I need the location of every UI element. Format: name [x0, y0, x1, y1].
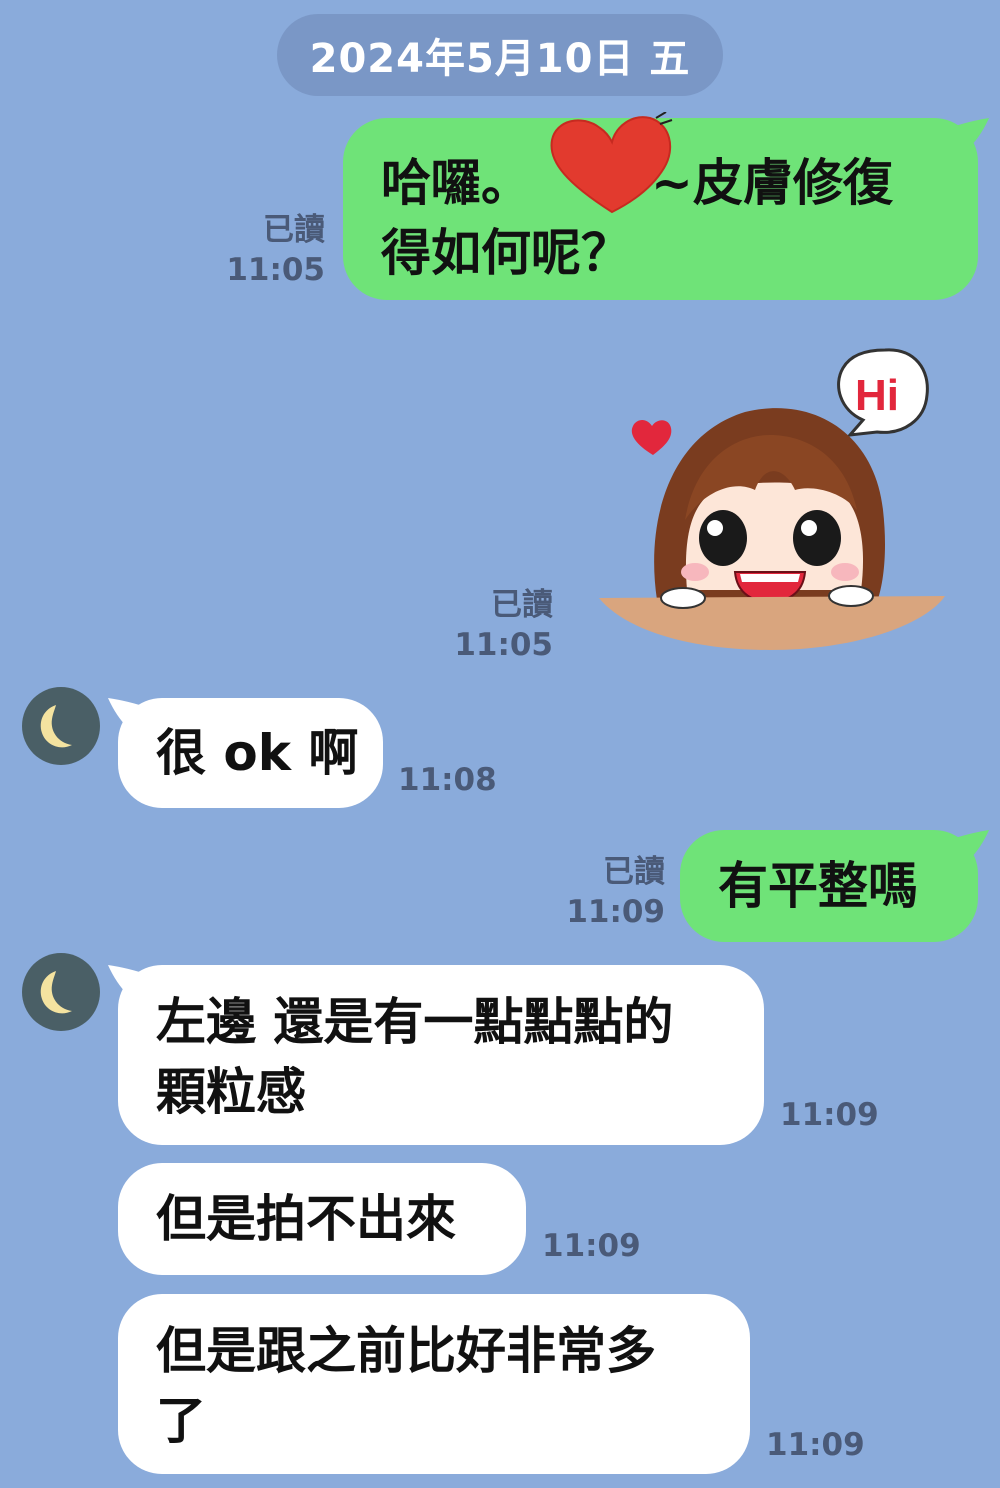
message-time: 11:09: [780, 1097, 879, 1133]
sticker-hi-text: Hi: [855, 371, 899, 420]
incoming-message[interactable]: 很 ok 啊: [118, 698, 383, 808]
date-separator: 2024年5月10日 五: [277, 14, 723, 96]
message-text-line: 但是跟之前比好非常多: [156, 1322, 656, 1380]
incoming-message[interactable]: 但是跟之前比好非常多 了: [118, 1294, 750, 1474]
incoming-message[interactable]: 但是拍不出來: [118, 1163, 526, 1275]
message-text-line: 了: [156, 1392, 206, 1450]
message-text-line: 得如何呢？: [381, 224, 631, 282]
read-receipt: 已讀 11:05: [454, 587, 553, 663]
crescent-moon-icon[interactable]: [22, 953, 100, 1031]
read-receipt: 已讀 11:09: [566, 854, 665, 930]
message-time: 11:09: [542, 1228, 641, 1264]
read-receipt: 已讀 11:05: [226, 212, 325, 288]
message-time: 11:09: [766, 1427, 865, 1463]
message-text-line: 哈囉。 ~皮膚修復: [381, 154, 893, 212]
incoming-message[interactable]: 左邊 還是有一點點點的 顆粒感: [118, 965, 764, 1145]
outgoing-message[interactable]: 有平整嗎: [680, 830, 978, 942]
message-text-line: 左邊 還是有一點點點的: [156, 993, 674, 1051]
message-time: 11:08: [398, 762, 497, 798]
crescent-moon-icon[interactable]: [22, 687, 100, 765]
bubble-tail: [955, 830, 989, 860]
girl-hi-sticker[interactable]: Hi: [595, 340, 955, 660]
red-heart-icon: [550, 112, 673, 214]
bubble-tail: [955, 118, 989, 148]
message-text-line: 顆粒感: [156, 1063, 306, 1121]
